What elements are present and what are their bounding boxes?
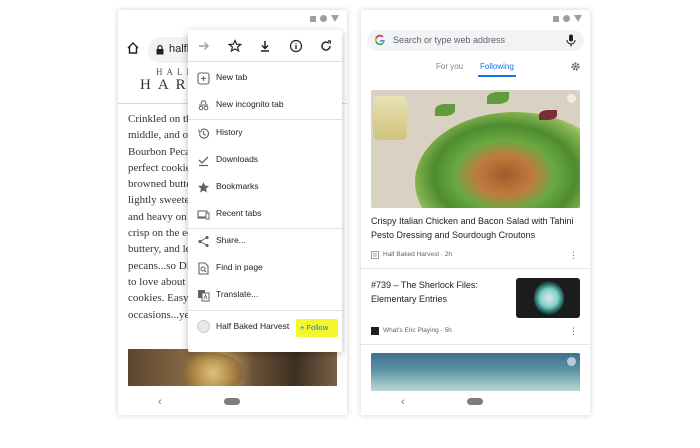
card-divider [361,268,590,269]
incognito-icon [198,100,209,111]
overflow-menu: New tab New incognito tab History Downlo… [188,30,342,352]
status-bar [310,15,339,22]
menu-item-history[interactable]: History [188,120,342,147]
menu-action-row [188,30,342,62]
system-nav-bar: ‹ [361,391,590,415]
follow-button[interactable]: + Follow [296,319,338,337]
dressing-glass [373,96,407,140]
card-title[interactable]: #739 – The Sherlock Files: Elementary En… [371,279,501,306]
menu-item-label: New tab [216,72,248,82]
kebab-menu-icon[interactable]: ⋮ [569,250,578,261]
feed-tabs: For you Following [361,57,590,77]
follow-button-label: + Follow [300,323,329,332]
kebab-menu-icon[interactable]: ⋮ [569,326,578,337]
card-image-ocean[interactable] [371,353,580,393]
home-pill-icon[interactable] [467,398,483,405]
status-bar [553,15,582,22]
article-photo [128,349,337,386]
menu-item-label: Downloads [216,154,259,164]
tab-following[interactable]: Following [480,62,514,71]
site-name: Half Baked Harvest [216,321,290,331]
card-source: What's Eric Playing · 5h [383,327,452,334]
publisher-icon [371,251,379,259]
info-icon[interactable] [289,39,303,53]
card-meta: What's Eric Playing · 5h ⋮ [371,326,580,338]
card-divider [361,344,590,345]
status-circle-icon [563,15,570,22]
gear-icon[interactable] [570,61,581,72]
menu-divider [188,310,342,311]
menu-item-new-tab[interactable]: New tab [188,65,342,92]
salad-bowl [415,112,580,208]
status-square-icon [310,15,316,22]
search-placeholder: Search or type web address [393,35,506,45]
share-icon [198,235,209,248]
status-square-icon [553,15,559,22]
menu-item-label: Translate... [216,289,259,299]
menu-item-share[interactable]: Share... [188,228,342,255]
menu-item-label: Recent tabs [216,208,262,218]
more-options-icon[interactable] [567,357,576,366]
menu-item-label: New incognito tab [216,99,284,109]
podcast-artwork [534,281,564,315]
back-nav-icon[interactable]: ‹ [158,396,162,408]
system-nav-bar: ‹ [118,391,347,415]
card-thumbnail-podcast[interactable] [516,278,580,318]
star-icon[interactable] [228,39,242,53]
card-meta: Half Baked Harvest · 2h ⋮ [371,250,580,262]
home-pill-icon[interactable] [224,398,240,405]
card-title[interactable]: Crispy Italian Chicken and Bacon Salad w… [371,215,580,242]
status-triangle-icon [331,15,339,22]
tab-for-you[interactable]: For you [436,62,463,71]
refresh-icon[interactable] [319,39,333,53]
site-logo-main: HAR [140,77,193,93]
home-icon[interactable] [126,41,140,55]
forward-icon[interactable] [197,39,211,53]
site-favicon [197,320,210,333]
publisher-icon [371,327,379,335]
leaf-garnish [487,92,509,104]
menu-site-follow-row: Half Baked Harvest + Follow [188,314,342,344]
menu-item-label: Find in page [216,262,263,272]
card-source: Half Baked Harvest · 2h [383,251,453,258]
right-phone-screen: Search or type web address For you Follo… [361,10,590,415]
mic-icon[interactable] [566,34,576,47]
google-g-icon [374,34,385,46]
download-icon[interactable] [258,39,272,53]
active-tab-indicator [478,75,516,77]
left-phone-screen: halfba HALF HAR Crinkled on th middle, a… [118,10,347,415]
article-photo-plate [183,353,243,386]
search-box[interactable]: Search or type web address [367,30,584,51]
back-nav-icon[interactable]: ‹ [401,396,405,408]
menu-item-bookmarks[interactable]: Bookmarks [188,174,342,201]
history-icon [198,128,210,139]
plus-square-icon [197,72,210,85]
translate-icon [198,290,210,302]
card-image-salad[interactable] [371,90,580,208]
menu-item-downloads[interactable]: Downloads [188,147,342,174]
devices-icon [197,210,210,220]
star-icon [198,182,209,193]
menu-item-new-incognito-tab[interactable]: New incognito tab [188,92,342,119]
status-circle-icon [320,15,327,22]
status-triangle-icon [574,15,582,22]
leaf-garnish [435,104,455,116]
leaf-garnish [539,110,557,120]
menu-item-label: Bookmarks [216,181,259,191]
menu-item-label: Share... [216,235,246,245]
more-options-icon[interactable] [567,94,576,103]
find-in-page-icon [198,262,209,275]
menu-item-label: History [216,127,243,137]
menu-item-recent-tabs[interactable]: Recent tabs [188,201,342,228]
menu-item-find-in-page[interactable]: Find in page [188,255,342,282]
menu-item-translate[interactable]: Translate... [188,282,342,309]
download-check-icon [198,156,209,167]
lock-icon [156,45,164,55]
